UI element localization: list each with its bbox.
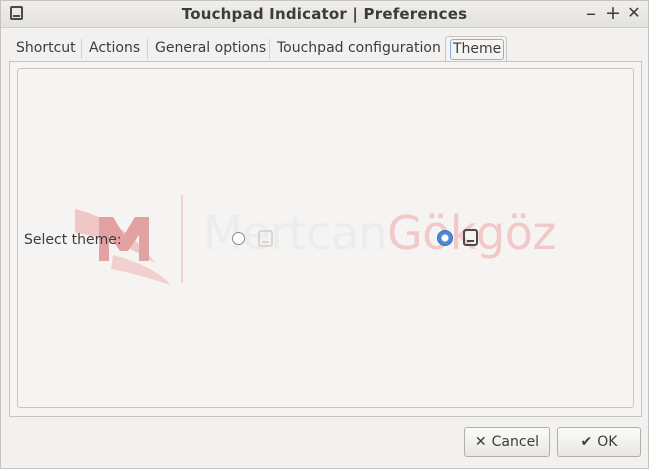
cancel-label: Cancel xyxy=(491,434,540,450)
touchpad-dark-icon xyxy=(463,229,478,246)
tab-touchpad-configuration[interactable]: Touchpad configuration xyxy=(270,36,444,62)
tab-theme-label: Theme xyxy=(450,39,505,60)
theme-radio-light[interactable] xyxy=(232,232,245,245)
tab-content: MertcanGökgöz Select theme: xyxy=(9,61,642,417)
watermark: MertcanGökgöz xyxy=(73,189,593,289)
ok-button[interactable]: ✔ OK xyxy=(557,427,641,457)
ok-label: OK xyxy=(597,434,618,450)
cancel-button[interactable]: ✕ Cancel xyxy=(464,427,550,457)
maximize-icon[interactable]: + xyxy=(603,3,623,23)
watermark-text: MertcanGökgöz xyxy=(203,206,556,260)
close-icon[interactable]: ✕ xyxy=(624,3,644,23)
window-title: Touchpad Indicator | Preferences xyxy=(181,5,468,23)
theme-radio-dark[interactable] xyxy=(437,230,453,246)
select-theme-label: Select theme: xyxy=(24,232,122,248)
minimize-icon[interactable]: – xyxy=(581,3,601,23)
touchpad-light-icon xyxy=(258,230,273,247)
checkmark-icon: ✔ xyxy=(580,434,593,450)
title-bar[interactable]: Touchpad Indicator | Preferences – + ✕ xyxy=(1,1,648,28)
preferences-window: Touchpad Indicator | Preferences – + ✕ S… xyxy=(0,0,649,469)
tab-actions[interactable]: Actions xyxy=(82,36,148,62)
tab-general-options[interactable]: General options xyxy=(148,36,270,62)
watermark-first: Mertcan xyxy=(203,206,388,260)
theme-panel: MertcanGökgöz Select theme: xyxy=(17,68,634,408)
tab-shortcut[interactable]: Shortcut xyxy=(9,36,82,62)
x-icon: ✕ xyxy=(474,434,487,450)
tab-theme[interactable]: Theme xyxy=(445,36,507,62)
